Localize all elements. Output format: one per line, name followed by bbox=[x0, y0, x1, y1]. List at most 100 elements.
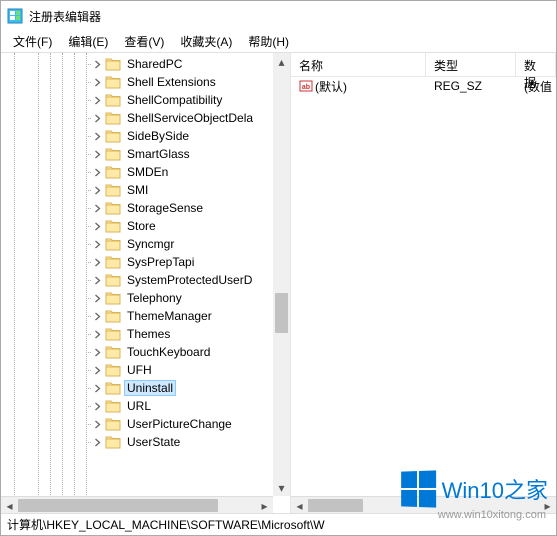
tree-item[interactable]: ShellServiceObjectDela bbox=[1, 109, 290, 127]
tree-item-label[interactable]: Telephony bbox=[124, 290, 185, 306]
header-type[interactable]: 类型 bbox=[426, 53, 516, 76]
tree-item-label[interactable]: StorageSense bbox=[124, 200, 206, 216]
list-horizontal-scrollbar[interactable]: ◂ ▸ bbox=[291, 496, 556, 513]
expand-icon[interactable] bbox=[91, 202, 103, 214]
folder-icon bbox=[105, 93, 121, 107]
tree-item[interactable]: Store bbox=[1, 217, 290, 235]
expand-icon[interactable] bbox=[91, 238, 103, 250]
tree-item-label[interactable]: ShellServiceObjectDela bbox=[124, 110, 256, 126]
tree-item-label[interactable]: UserState bbox=[124, 434, 183, 450]
tree-item[interactable]: StorageSense bbox=[1, 199, 290, 217]
folder-icon bbox=[105, 327, 121, 341]
tree-item-label[interactable]: ShellCompatibility bbox=[124, 92, 225, 108]
scroll-up-arrow[interactable]: ▴ bbox=[273, 53, 290, 70]
expand-icon[interactable] bbox=[91, 220, 103, 232]
tree-vertical-scrollbar[interactable]: ▴ ▾ bbox=[273, 53, 290, 496]
tree-item[interactable]: SMI bbox=[1, 181, 290, 199]
expand-icon[interactable] bbox=[91, 94, 103, 106]
scroll-thumb-v[interactable] bbox=[275, 293, 288, 333]
tree-item[interactable]: Telephony bbox=[1, 289, 290, 307]
expand-icon[interactable] bbox=[91, 256, 103, 268]
tree-item[interactable]: SystemProtectedUserD bbox=[1, 271, 290, 289]
expand-icon[interactable] bbox=[91, 292, 103, 304]
tree-item-label[interactable]: Store bbox=[124, 218, 159, 234]
expand-icon[interactable] bbox=[91, 130, 103, 142]
folder-icon bbox=[105, 345, 121, 359]
expand-icon[interactable] bbox=[91, 328, 103, 340]
titlebar[interactable]: 注册表编辑器 bbox=[1, 1, 556, 31]
tree-item[interactable]: ThemeManager bbox=[1, 307, 290, 325]
scroll-thumb-h[interactable] bbox=[308, 499, 363, 512]
tree-horizontal-scrollbar[interactable]: ◂ ▸ bbox=[1, 496, 273, 513]
expand-icon[interactable] bbox=[91, 166, 103, 178]
tree-item-label[interactable]: UFH bbox=[124, 362, 155, 378]
folder-icon bbox=[105, 291, 121, 305]
tree-item-label[interactable]: URL bbox=[124, 398, 154, 414]
expand-icon[interactable] bbox=[91, 382, 103, 394]
expand-icon[interactable] bbox=[91, 400, 103, 412]
tree-item-label[interactable]: SharedPC bbox=[124, 56, 185, 72]
tree-item[interactable]: SysPrepTapi bbox=[1, 253, 290, 271]
tree-item[interactable]: SideBySide bbox=[1, 127, 290, 145]
tree-item[interactable]: ShellCompatibility bbox=[1, 91, 290, 109]
scroll-left-arrow[interactable]: ◂ bbox=[1, 497, 18, 513]
header-data[interactable]: 数据 bbox=[516, 53, 556, 76]
scroll-right-arrow[interactable]: ▸ bbox=[539, 497, 556, 513]
tree-item-label[interactable]: Shell Extensions bbox=[124, 74, 219, 90]
tree-item[interactable]: SharedPC bbox=[1, 55, 290, 73]
tree-item[interactable]: Uninstall bbox=[1, 379, 290, 397]
tree-item-label[interactable]: SideBySide bbox=[124, 128, 192, 144]
folder-icon bbox=[105, 201, 121, 215]
menu-view[interactable]: 查看(V) bbox=[116, 31, 172, 52]
tree-item[interactable]: SmartGlass bbox=[1, 145, 290, 163]
expand-icon[interactable] bbox=[91, 274, 103, 286]
tree-item-label[interactable]: SysPrepTapi bbox=[124, 254, 197, 270]
list-row[interactable]: ab(默认)REG_SZ(数值 bbox=[291, 77, 556, 95]
list-rows[interactable]: ab(默认)REG_SZ(数值 bbox=[291, 77, 556, 496]
menu-edit[interactable]: 编辑(E) bbox=[60, 31, 116, 52]
tree-item[interactable]: UserPictureChange bbox=[1, 415, 290, 433]
tree-item[interactable]: Themes bbox=[1, 325, 290, 343]
tree-item-label[interactable]: Themes bbox=[124, 326, 173, 342]
header-name[interactable]: 名称 bbox=[291, 53, 426, 76]
tree-item[interactable]: Shell Extensions bbox=[1, 73, 290, 91]
expand-icon[interactable] bbox=[91, 148, 103, 160]
tree-item[interactable]: SMDEn bbox=[1, 163, 290, 181]
tree-item[interactable]: URL bbox=[1, 397, 290, 415]
menubar: 文件(F) 编辑(E) 查看(V) 收藏夹(A) 帮助(H) bbox=[1, 31, 556, 53]
tree-item-label[interactable]: SmartGlass bbox=[124, 146, 193, 162]
menu-file[interactable]: 文件(F) bbox=[5, 31, 60, 52]
tree-item-label[interactable]: UserPictureChange bbox=[124, 416, 235, 432]
tree-item-label[interactable]: TouchKeyboard bbox=[124, 344, 213, 360]
expand-icon[interactable] bbox=[91, 418, 103, 430]
expand-icon[interactable] bbox=[91, 346, 103, 358]
expand-icon[interactable] bbox=[91, 364, 103, 376]
tree-item-label[interactable]: SMI bbox=[124, 182, 151, 198]
menu-help[interactable]: 帮助(H) bbox=[240, 31, 297, 52]
expand-icon[interactable] bbox=[91, 58, 103, 70]
tree[interactable]: SharedPC Shell Extensions ShellCompatibili… bbox=[1, 53, 290, 451]
tree-item-label[interactable]: Uninstall bbox=[124, 380, 176, 396]
tree-item-label[interactable]: Syncmgr bbox=[124, 236, 177, 252]
tree-item-label[interactable]: SystemProtectedUserD bbox=[124, 272, 255, 288]
folder-icon bbox=[105, 363, 121, 377]
tree-item-label[interactable]: ThemeManager bbox=[124, 308, 215, 324]
expand-icon[interactable] bbox=[91, 76, 103, 88]
list-pane: 名称 类型 数据 ab(默认)REG_SZ(数值 ◂ ▸ bbox=[291, 53, 556, 513]
tree-item[interactable]: TouchKeyboard bbox=[1, 343, 290, 361]
expand-icon[interactable] bbox=[91, 310, 103, 322]
tree-pane: SharedPC Shell Extensions ShellCompatibili… bbox=[1, 53, 291, 513]
tree-item[interactable]: UFH bbox=[1, 361, 290, 379]
tree-item[interactable]: UserState bbox=[1, 433, 290, 451]
expand-icon[interactable] bbox=[91, 184, 103, 196]
scroll-down-arrow[interactable]: ▾ bbox=[273, 479, 290, 496]
tree-item[interactable]: Syncmgr bbox=[1, 235, 290, 253]
expand-icon[interactable] bbox=[91, 112, 103, 124]
scroll-thumb-h[interactable] bbox=[18, 499, 218, 512]
tree-item-label[interactable]: SMDEn bbox=[124, 164, 171, 180]
expand-icon[interactable] bbox=[91, 436, 103, 448]
scroll-left-arrow[interactable]: ◂ bbox=[291, 497, 308, 513]
window-title: 注册表编辑器 bbox=[29, 8, 101, 25]
scroll-right-arrow[interactable]: ▸ bbox=[256, 497, 273, 513]
menu-favorites[interactable]: 收藏夹(A) bbox=[172, 31, 240, 52]
